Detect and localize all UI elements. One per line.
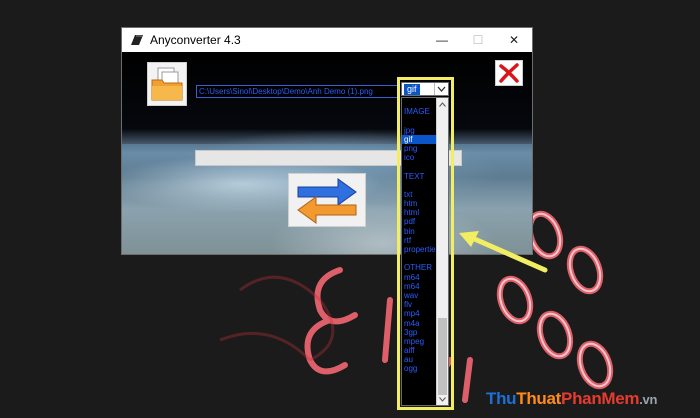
format-option <box>402 98 437 107</box>
open-file-button[interactable] <box>147 62 187 106</box>
maximize-button: ☐ <box>472 33 484 47</box>
exit-button[interactable] <box>495 60 523 86</box>
scroll-up-icon[interactable] <box>437 98 448 110</box>
format-option <box>402 254 437 263</box>
format-option[interactable]: gif <box>402 134 437 144</box>
format-option[interactable]: png <box>402 144 437 153</box>
format-option[interactable]: TEXT <box>402 172 437 181</box>
format-select-value: gif <box>404 83 420 95</box>
format-option <box>402 116 437 125</box>
format-option <box>402 181 437 190</box>
close-button[interactable]: ✕ <box>496 28 532 52</box>
format-option[interactable]: rtf <box>402 236 437 245</box>
format-option[interactable]: html <box>402 208 437 217</box>
format-option[interactable]: OTHER <box>402 263 437 272</box>
scroll-down-icon[interactable] <box>437 393 448 405</box>
format-option[interactable]: m64 <box>402 273 437 282</box>
watermark: ThuThuatPhanMem.vn <box>486 389 658 408</box>
window-title: Anyconverter 4.3 <box>150 33 241 47</box>
format-option[interactable]: IMAGE <box>402 107 437 116</box>
format-option[interactable]: properties <box>402 245 437 254</box>
main-panel: C:\Users\Sinol\Desktop\Demo\Anh Demo (1)… <box>122 52 532 254</box>
minimize-button[interactable]: — <box>424 28 460 52</box>
format-option[interactable]: mpeg <box>402 337 437 346</box>
format-option[interactable]: bin <box>402 227 437 236</box>
red-x-icon <box>499 63 519 83</box>
format-option[interactable]: m4a <box>402 319 437 328</box>
format-select[interactable]: gif <box>401 82 449 96</box>
format-option[interactable]: au <box>402 355 437 364</box>
format-option[interactable]: txt <box>402 190 437 199</box>
format-option[interactable]: aiff <box>402 346 437 355</box>
format-option[interactable]: jpg <box>402 126 437 135</box>
format-option[interactable]: flv <box>402 300 437 309</box>
swap-arrows-icon <box>297 178 357 224</box>
folder-open-icon <box>151 67 183 101</box>
convert-button[interactable] <box>288 173 366 227</box>
format-option[interactable]: ogg <box>402 364 437 373</box>
format-option[interactable]: htm <box>402 199 437 208</box>
format-option[interactable]: wav <box>402 291 437 300</box>
format-option[interactable]: mp4 <box>402 309 437 318</box>
format-option <box>402 162 437 171</box>
scrollbar-thumb[interactable] <box>438 318 447 395</box>
format-option[interactable]: ico <box>402 153 437 162</box>
format-option[interactable]: m64 <box>402 282 437 291</box>
list-scrollbar[interactable] <box>436 98 448 405</box>
title-bar[interactable]: Anyconverter 4.3 — ☐ ✕ <box>122 28 532 52</box>
app-logo-icon <box>131 35 143 45</box>
format-dropdown-list[interactable]: IMAGE jpg gif png ico TEXT txt htm html pdf bin rtf… <box>401 97 449 406</box>
format-option[interactable]: pdf <box>402 217 437 226</box>
format-options: IMAGE jpg gif png ico TEXT txt htm html pdf bin rtf… <box>402 98 437 405</box>
file-path-field[interactable]: C:\Users\Sinol\Desktop\Demo\Anh Demo (1)… <box>196 85 398 98</box>
app-window: Anyconverter 4.3 — ☐ ✕ C:\Users\Sinol\De… <box>121 27 533 255</box>
chevron-down-icon[interactable] <box>434 83 448 95</box>
format-option[interactable]: 3gp <box>402 328 437 337</box>
